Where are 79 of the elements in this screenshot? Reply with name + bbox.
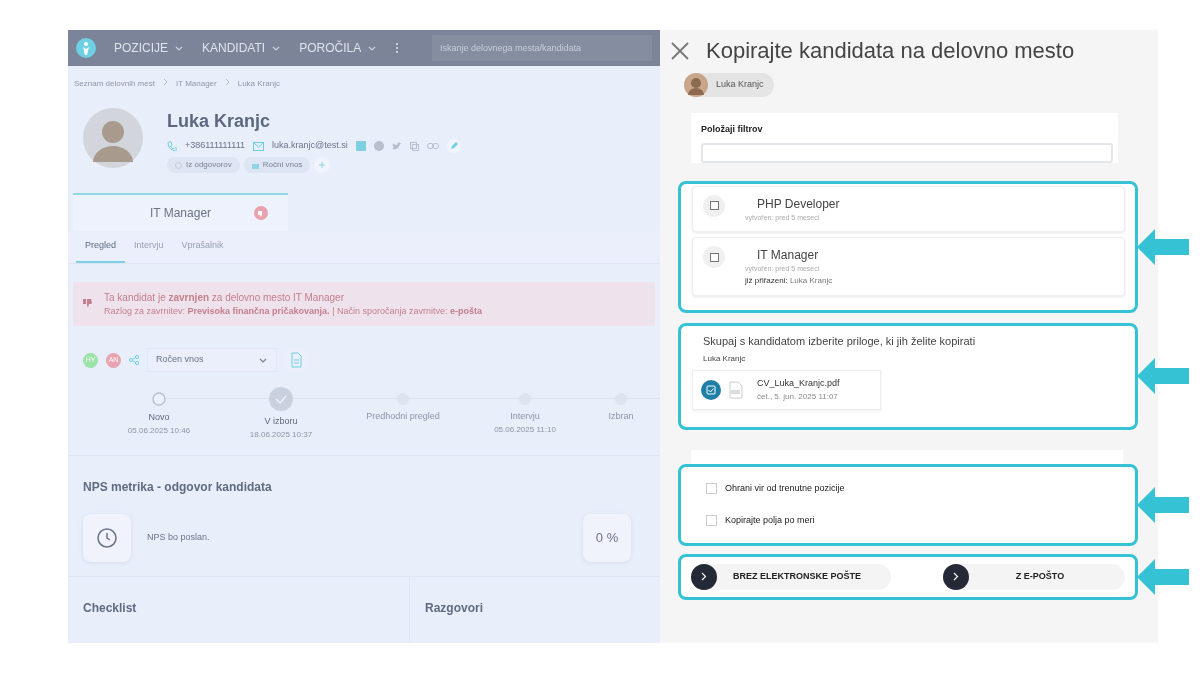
share-icon[interactable] (129, 355, 139, 365)
close-icon[interactable] (670, 40, 690, 61)
check-icon (269, 387, 293, 411)
stage-label: Izbran (607, 410, 635, 423)
stage-label: Intervju (509, 410, 541, 423)
subtab[interactable]: Pregled (76, 231, 126, 263)
source-tag: Iz odgovorov (167, 157, 240, 173)
checkbox[interactable] (709, 252, 719, 262)
subtab[interactable]: Intervju (125, 231, 173, 263)
thumbs-down-icon (254, 206, 268, 220)
link-icon[interactable] (426, 142, 439, 150)
avatar (83, 108, 143, 168)
email-address: luka.kranjc@test.si (272, 139, 348, 153)
alert-message: Ta kandidat je zavrnjen za delovno mesto IT Manager (104, 290, 345, 305)
search-field[interactable]: Iskanje delovnega mesta/kandidata (432, 35, 652, 61)
checked-checkbox[interactable] (701, 379, 721, 400)
nps-percent: 0 % (583, 513, 631, 562)
nps-status: NPS bo poslan. (147, 530, 210, 544)
action-button[interactable]: Z E-POŠTO (943, 563, 1125, 590)
attachments-title: Skupaj s kandidatom izberite priloge, ki jih želite kopirati (702, 333, 977, 349)
briefcase-icon (251, 161, 259, 169)
stage-date: 05.06.2025 10:46 (126, 424, 192, 437)
section-title: NPS metrika - odgovor kandidata (83, 478, 273, 496)
chevron-icon (162, 78, 168, 86)
stage-label: Novo (147, 411, 171, 424)
stage-label: V izboru (263, 415, 299, 428)
thumbs-down-icon (83, 299, 92, 309)
nav-menu-item[interactable]: POZICIJE (114, 39, 184, 57)
clock-icon (96, 526, 118, 549)
square-icon[interactable] (355, 141, 366, 151)
checkbox[interactable] (706, 483, 717, 494)
breadcrumb-link[interactable]: Seznam delovnih mest (74, 78, 155, 90)
stage-label: Predhodni pregled (365, 410, 441, 423)
circle-icon[interactable] (373, 141, 384, 151)
checkbox[interactable] (709, 201, 719, 210)
job-tab[interactable]: IT Manager (73, 193, 288, 231)
bird-icon[interactable] (391, 141, 402, 151)
candidate-chip: Luka Kranjc (684, 73, 774, 97)
checkbox-option[interactable]: Ohrani vir od trenutne pozicije (706, 472, 1111, 505)
field-label: Položaji filtrov (701, 123, 764, 136)
dialog-title: Kopirajte kandidata na delovno mesto (706, 37, 1075, 65)
job-title: IT Manager (756, 247, 820, 264)
file-date: čet., 5. jun. 2025 11:07 (757, 390, 839, 403)
stage-date: 18.06.2025 10:37 (248, 428, 314, 441)
add-button[interactable] (314, 157, 331, 173)
nav-menu-item[interactable]: POROČILA (299, 39, 378, 57)
job-assigned: již přiřazeni: Luka Kranjc (745, 274, 833, 287)
chevron-icon (953, 572, 959, 581)
nav-menu-item[interactable]: KANDIDATI (202, 39, 282, 57)
phone-icon (167, 141, 177, 151)
attachments-owner: Luka Kranjc (702, 353, 747, 365)
filter-field[interactable] (701, 142, 1113, 163)
breadcrumb-item: Luka Kranjc (237, 78, 280, 90)
checkbox-option[interactable]: Kopirajte polja po meri (706, 504, 1111, 537)
source-select[interactable]: Ročen vnos (147, 348, 277, 372)
alert-reason: Razlog za zavrnitev: Previsoka finančna pričakovanja. | Način sporočanja zavrnitve: e-pošta (104, 304, 483, 318)
section-title: Razgovori (425, 599, 484, 617)
source-tag: Ročni vnos (243, 157, 311, 173)
chevron-icon (224, 78, 230, 86)
pencil-icon[interactable] (446, 139, 461, 153)
chevron-icon (701, 572, 707, 581)
more-icon[interactable] (395, 42, 400, 54)
breadcrumb-link[interactable]: IT Manager (175, 78, 217, 90)
job-title: PHP Developer (756, 195, 840, 213)
candidate-name: Luka Kranjc (167, 110, 272, 133)
attachment-card[interactable]: CV_Luka_Kranjc.pdf čet., 5. jun. 2025 11:07 (692, 370, 881, 410)
document-icon (729, 380, 743, 399)
action-button[interactable]: BREZ ELEKTRONSKE POŠTE (691, 563, 891, 590)
copy-icon[interactable] (409, 141, 419, 151)
section-title: Checklist (83, 599, 138, 617)
phone-number: +386111111111 (185, 139, 245, 153)
mail-icon (253, 141, 264, 151)
step-circle (152, 392, 166, 406)
file-name: CV_Luka_Kranjc.pdf (757, 377, 840, 390)
checkbox[interactable] (706, 515, 717, 526)
avatar (684, 73, 708, 97)
subtab[interactable]: Vprašalnik (172, 231, 233, 263)
stage-date: 05.06.2025 11:10 (493, 423, 557, 436)
logo-icon (76, 38, 96, 58)
